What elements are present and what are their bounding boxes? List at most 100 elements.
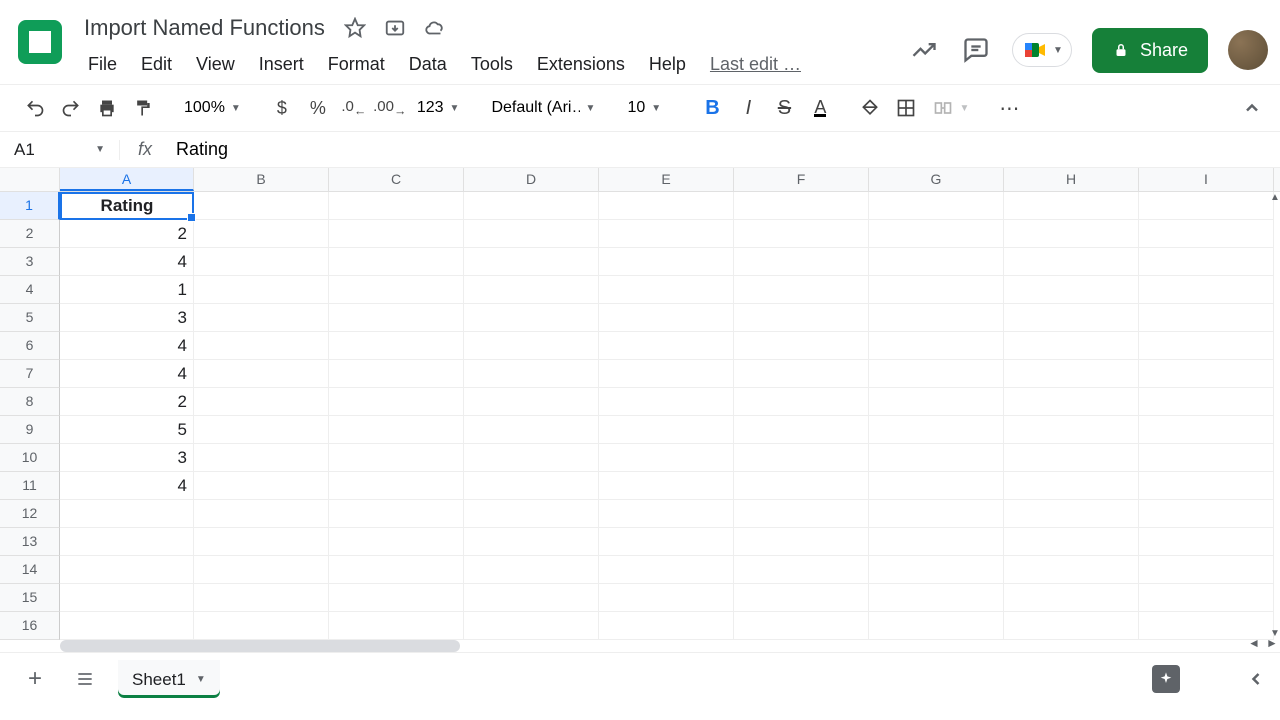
cell-E10[interactable] xyxy=(599,444,734,472)
row-header[interactable]: 6 xyxy=(0,332,60,360)
sheets-logo[interactable] xyxy=(18,20,62,64)
format-percent-button[interactable]: % xyxy=(301,91,335,125)
cell-G2[interactable] xyxy=(869,220,1004,248)
formula-input[interactable]: Rating xyxy=(170,139,1280,160)
cell-B7[interactable] xyxy=(194,360,329,388)
row-header[interactable]: 4 xyxy=(0,276,60,304)
cell-H7[interactable] xyxy=(1004,360,1139,388)
column-header-G[interactable]: G xyxy=(869,168,1004,191)
cell-I4[interactable] xyxy=(1139,276,1274,304)
font-family-dropdown[interactable]: Default (Ari…▼ xyxy=(483,91,603,125)
cell-E6[interactable] xyxy=(599,332,734,360)
cell-A8[interactable]: 2 xyxy=(60,388,194,416)
cell-H2[interactable] xyxy=(1004,220,1139,248)
column-header-C[interactable]: C xyxy=(329,168,464,191)
cloud-status-icon[interactable] xyxy=(423,16,447,40)
cell-E5[interactable] xyxy=(599,304,734,332)
cell-H15[interactable] xyxy=(1004,584,1139,612)
cell-C3[interactable] xyxy=(329,248,464,276)
row-header[interactable]: 12 xyxy=(0,500,60,528)
cell-E7[interactable] xyxy=(599,360,734,388)
cell-D15[interactable] xyxy=(464,584,599,612)
name-box[interactable]: A1 ▼ xyxy=(0,140,120,160)
cell-A4[interactable]: 1 xyxy=(60,276,194,304)
cell-H5[interactable] xyxy=(1004,304,1139,332)
cell-F16[interactable] xyxy=(734,612,869,640)
cell-F7[interactable] xyxy=(734,360,869,388)
row-header[interactable]: 9 xyxy=(0,416,60,444)
row-header[interactable]: 8 xyxy=(0,388,60,416)
cell-C9[interactable] xyxy=(329,416,464,444)
cell-E1[interactable] xyxy=(599,192,734,220)
redo-button[interactable] xyxy=(54,91,88,125)
cell-H4[interactable] xyxy=(1004,276,1139,304)
scroll-up-icon[interactable]: ▲ xyxy=(1270,192,1280,204)
merge-cells-dropdown[interactable]: ▼ xyxy=(925,91,977,125)
cell-C10[interactable] xyxy=(329,444,464,472)
cell-C15[interactable] xyxy=(329,584,464,612)
row-header[interactable]: 5 xyxy=(0,304,60,332)
cell-G16[interactable] xyxy=(869,612,1004,640)
cell-A14[interactable] xyxy=(60,556,194,584)
select-all-corner[interactable] xyxy=(0,168,60,191)
paint-format-button[interactable] xyxy=(126,91,160,125)
cell-G13[interactable] xyxy=(869,528,1004,556)
cell-B8[interactable] xyxy=(194,388,329,416)
cell-A10[interactable]: 3 xyxy=(60,444,194,472)
column-header-A[interactable]: A xyxy=(60,168,194,191)
side-panel-toggle[interactable] xyxy=(1246,669,1266,689)
strikethrough-button[interactable]: S xyxy=(767,91,801,125)
cell-E12[interactable] xyxy=(599,500,734,528)
cell-E15[interactable] xyxy=(599,584,734,612)
spreadsheet-grid[interactable]: A B C D E F G H I 1Rating223441536474829… xyxy=(0,168,1280,652)
user-avatar[interactable] xyxy=(1228,30,1268,70)
cell-I9[interactable] xyxy=(1139,416,1274,444)
cell-H9[interactable] xyxy=(1004,416,1139,444)
menu-tools[interactable]: Tools xyxy=(461,50,523,79)
cell-A13[interactable] xyxy=(60,528,194,556)
menu-insert[interactable]: Insert xyxy=(249,50,314,79)
collapse-toolbar-button[interactable] xyxy=(1242,98,1262,118)
cell-G4[interactable] xyxy=(869,276,1004,304)
cell-F3[interactable] xyxy=(734,248,869,276)
cell-A5[interactable]: 3 xyxy=(60,304,194,332)
cell-A16[interactable] xyxy=(60,612,194,640)
cell-C1[interactable] xyxy=(329,192,464,220)
cell-F2[interactable] xyxy=(734,220,869,248)
cell-H14[interactable] xyxy=(1004,556,1139,584)
cell-F4[interactable] xyxy=(734,276,869,304)
cell-A2[interactable]: 2 xyxy=(60,220,194,248)
cell-I10[interactable] xyxy=(1139,444,1274,472)
cell-D7[interactable] xyxy=(464,360,599,388)
cell-I14[interactable] xyxy=(1139,556,1274,584)
menu-data[interactable]: Data xyxy=(399,50,457,79)
cell-G11[interactable] xyxy=(869,472,1004,500)
cell-E9[interactable] xyxy=(599,416,734,444)
cell-I8[interactable] xyxy=(1139,388,1274,416)
cell-I11[interactable] xyxy=(1139,472,1274,500)
cell-F6[interactable] xyxy=(734,332,869,360)
cell-D10[interactable] xyxy=(464,444,599,472)
cell-B3[interactable] xyxy=(194,248,329,276)
column-header-B[interactable]: B xyxy=(194,168,329,191)
cell-B4[interactable] xyxy=(194,276,329,304)
cell-C13[interactable] xyxy=(329,528,464,556)
cell-D14[interactable] xyxy=(464,556,599,584)
cell-A7[interactable]: 4 xyxy=(60,360,194,388)
cell-G9[interactable] xyxy=(869,416,1004,444)
scroll-down-icon[interactable]: ▼ xyxy=(1270,628,1280,640)
cell-B11[interactable] xyxy=(194,472,329,500)
borders-button[interactable] xyxy=(889,91,923,125)
cell-F9[interactable] xyxy=(734,416,869,444)
cell-G1[interactable] xyxy=(869,192,1004,220)
cell-H3[interactable] xyxy=(1004,248,1139,276)
document-title[interactable]: Import Named Functions xyxy=(78,13,331,43)
font-size-dropdown[interactable]: 10▼ xyxy=(619,91,679,125)
cell-I2[interactable] xyxy=(1139,220,1274,248)
cell-G10[interactable] xyxy=(869,444,1004,472)
cell-C4[interactable] xyxy=(329,276,464,304)
meet-button[interactable]: ▼ xyxy=(1012,33,1072,67)
cell-I1[interactable] xyxy=(1139,192,1274,220)
menu-view[interactable]: View xyxy=(186,50,245,79)
cell-G12[interactable] xyxy=(869,500,1004,528)
